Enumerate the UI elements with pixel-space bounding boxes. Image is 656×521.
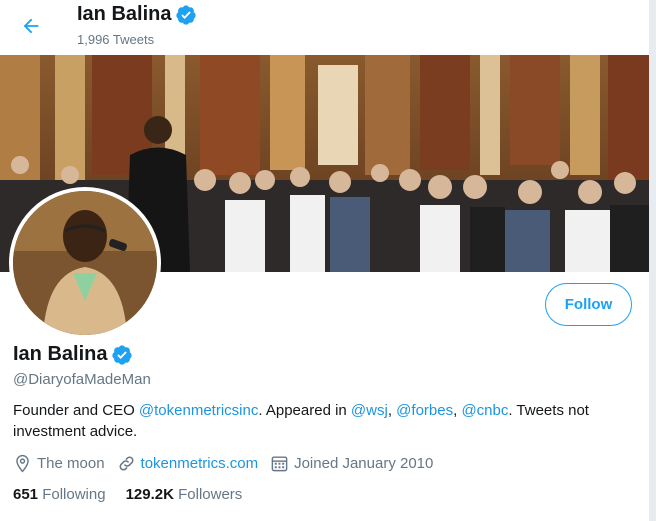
- location-text: The moon: [37, 455, 105, 472]
- verified-badge-icon: [111, 344, 133, 366]
- verified-badge-icon: [175, 4, 197, 26]
- profile-handle: @DiaryofaMadeMan: [13, 371, 151, 388]
- avatar: [13, 191, 157, 335]
- mention-link-cnbc[interactable]: @cnbc: [461, 402, 508, 419]
- profile-meta: The moon tokenmetrics.com Joined January…: [13, 454, 445, 473]
- avatar-image: [13, 191, 157, 335]
- link-icon: [119, 456, 134, 471]
- location-pin-icon: [16, 454, 29, 473]
- mention-link-tokenmetricsinc[interactable]: @tokenmetricsinc: [139, 402, 258, 419]
- following-stat[interactable]: 651 Following: [13, 486, 106, 503]
- joined-item: Joined January 2010: [270, 454, 433, 473]
- calendar-icon: [271, 456, 288, 472]
- mention-link-forbes[interactable]: @forbes: [396, 402, 453, 419]
- bio-text: Founder and CEO: [13, 402, 139, 419]
- bio-text: . Appeared in: [258, 402, 351, 419]
- mention-link-wsj[interactable]: @wsj: [351, 402, 388, 419]
- arrow-left-icon: [23, 18, 39, 34]
- profile-name: Ian Balina: [13, 343, 108, 365]
- joined-text: Joined January 2010: [294, 455, 434, 472]
- followers-count: 129.2K: [125, 486, 174, 503]
- followers-label: Followers: [178, 486, 243, 503]
- bio-text: ,: [387, 402, 397, 419]
- back-button[interactable]: [14, 9, 48, 43]
- location-item: The moon: [13, 454, 105, 473]
- website-item[interactable]: tokenmetrics.com: [117, 454, 259, 473]
- header-title: Ian Balina: [77, 3, 197, 26]
- profile-avatar[interactable]: [9, 187, 161, 339]
- profile-header: Ian Balina 1,996 Tweets: [0, 0, 656, 55]
- following-count: 651: [13, 486, 39, 503]
- followers-stat[interactable]: 129.2K Followers: [126, 486, 243, 503]
- profile-name-row: Ian Balina: [13, 343, 133, 366]
- website-link[interactable]: tokenmetrics.com: [141, 455, 259, 472]
- following-label: Following: [42, 486, 106, 503]
- follow-button[interactable]: Follow: [545, 283, 632, 326]
- tweet-count: 1,996 Tweets: [77, 32, 155, 47]
- profile-bio: Founder and CEO @tokenmetricsinc. Appear…: [13, 400, 643, 442]
- header-name: Ian Balina: [77, 3, 172, 25]
- column-divider: [649, 0, 656, 521]
- profile-stats: 651 Following 129.2K Followers: [13, 486, 262, 503]
